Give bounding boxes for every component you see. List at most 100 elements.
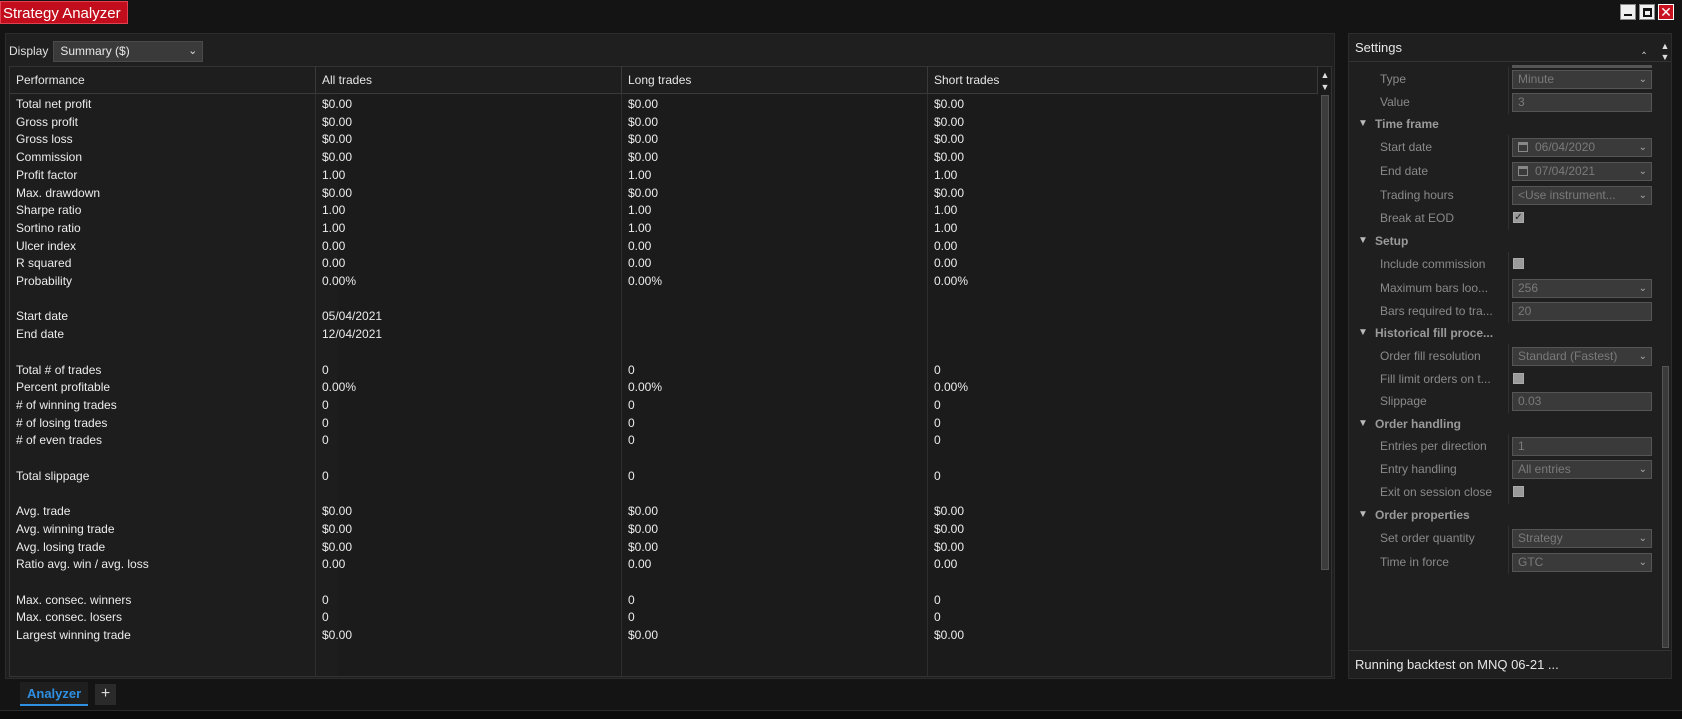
property-divider [1508, 434, 1509, 458]
property-select[interactable]: GTC ⌄ [1512, 552, 1652, 572]
table-row[interactable]: # of winning trades 0 0 0 [10, 396, 1318, 415]
collapse-triangle-icon[interactable]: ▼ [1358, 321, 1368, 345]
property-label: Value [1380, 94, 1410, 109]
table-row[interactable]: Avg. losing trade $0.00 $0.00 $0.00 [10, 538, 1318, 557]
property-divider [1508, 89, 1509, 114]
table-row[interactable]: Gross loss $0.00 $0.00 $0.00 [10, 130, 1318, 149]
property-label: Trading hours [1380, 187, 1454, 202]
table-row[interactable]: Max. consec. winners 0 0 0 [10, 591, 1318, 610]
table-row[interactable]: Ulcer index 0.00 0.00 0.00 [10, 237, 1318, 256]
scrollbar-thumb[interactable] [1321, 95, 1329, 570]
settings-scrollbar[interactable]: ▲ ▼ [1659, 36, 1671, 651]
metric-value: $0.00 [934, 132, 965, 147]
scrollbar-thumb[interactable] [1662, 366, 1669, 648]
section-header[interactable]: ▼ Time frame [1350, 112, 1656, 136]
property-select[interactable]: Minute ⌄ [1512, 70, 1652, 89]
table-row[interactable]: R squared 0.00 0.00 0.00 [10, 254, 1318, 273]
property-row: Break at EOD ✓ [1350, 206, 1656, 230]
table-row[interactable]: Probability 0.00% 0.00% 0.00% [10, 272, 1318, 291]
metric-value: $0.00 [934, 114, 965, 129]
property-row: End date 07/04/2021 ⌄ [1350, 158, 1656, 183]
scroll-down-icon[interactable]: ▼ [1659, 51, 1671, 63]
property-input[interactable]: 0.03 [1512, 392, 1652, 411]
scroll-down-icon[interactable]: ▼ [1319, 81, 1331, 93]
property-input[interactable]: 1 [1512, 437, 1652, 456]
close-button[interactable]: ✕ [1658, 4, 1674, 20]
metric-value: 0 [934, 415, 941, 430]
property-label: Type [1380, 72, 1407, 86]
table-row[interactable]: Sharpe ratio 1.00 1.00 1.00 [10, 201, 1318, 220]
property-input[interactable]: 3 [1512, 92, 1652, 112]
scroll-up-icon[interactable]: ▲ [1319, 69, 1331, 81]
table-row[interactable]: Gross profit $0.00 $0.00 $0.00 [10, 113, 1318, 132]
table-row[interactable]: End date 12/04/2021 [10, 325, 1318, 344]
table-row[interactable]: Avg. trade $0.00 $0.00 $0.00 [10, 502, 1318, 521]
table-row[interactable]: Max. consec. losers 0 0 0 [10, 608, 1318, 627]
table-row[interactable]: Total # of trades 0 0 0 [10, 361, 1318, 380]
property-checkbox[interactable] [1513, 258, 1524, 269]
property-value: 06/04/2020 [1535, 139, 1596, 154]
metric-name: Profit factor [16, 167, 78, 182]
property-select[interactable]: Strategy ⌄ [1512, 529, 1652, 548]
column-header[interactable]: Short trades [928, 67, 1318, 94]
table-row[interactable] [10, 573, 1318, 592]
chevron-down-icon: ⌄ [1638, 351, 1647, 362]
table-row[interactable]: Profit factor 1.00 1.00 1.00 [10, 166, 1318, 185]
collapse-triangle-icon[interactable]: ▼ [1358, 412, 1368, 436]
table-row[interactable]: # of losing trades 0 0 0 [10, 414, 1318, 433]
metric-name [10, 449, 16, 468]
metric-value: $0.00 [628, 150, 659, 165]
tab-analyzer[interactable]: Analyzer [20, 682, 89, 706]
section-header[interactable]: ▼ Order handling [1350, 412, 1656, 436]
table-row[interactable]: Start date 05/04/2021 [10, 307, 1318, 326]
collapse-triangle-icon[interactable]: ▼ [1358, 229, 1368, 253]
property-checkbox[interactable] [1513, 373, 1524, 384]
grid-vertical-scrollbar[interactable]: ▲ ▼ [1319, 67, 1331, 676]
property-divider [1508, 158, 1509, 183]
collapse-triangle-icon[interactable]: ▼ [1358, 503, 1368, 527]
add-tab-button[interactable]: + [95, 684, 116, 705]
property-select[interactable]: All entries ⌄ [1512, 460, 1652, 479]
table-row[interactable]: Total slippage 0 0 0 [10, 467, 1318, 486]
table-row[interactable]: Total net profit $0.00 $0.00 $0.00 [10, 95, 1318, 114]
table-row[interactable]: Sortino ratio 1.00 1.00 1.00 [10, 219, 1318, 238]
section-header[interactable]: ▼ Setup [1350, 229, 1656, 253]
table-row[interactable] [10, 449, 1318, 468]
metric-value: $0.00 [628, 504, 659, 519]
display-select[interactable]: Summary ($) ⌄ [53, 40, 204, 62]
table-row[interactable] [10, 343, 1318, 362]
property-input[interactable]: 20 [1512, 301, 1652, 321]
table-row[interactable]: Commission $0.00 $0.00 $0.00 [10, 148, 1318, 167]
table-row[interactable]: Max. drawdown $0.00 $0.00 $0.00 [10, 184, 1318, 203]
column-header[interactable]: Performance [10, 67, 316, 94]
property-date-picker[interactable]: 06/04/2020 ⌄ [1512, 137, 1652, 157]
metric-value: 0 [322, 592, 329, 607]
table-row[interactable]: Percent profitable 0.00% 0.00% 0.00% [10, 378, 1318, 397]
title-bar[interactable]: Strategy Analyzer ✕ [0, 0, 1682, 25]
column-header[interactable]: Long trades [622, 67, 928, 94]
section-header[interactable]: ▼ Historical fill proce... [1350, 321, 1656, 345]
pin-icon[interactable]: ‸ [1638, 40, 1650, 54]
metric-value: $0.00 [322, 97, 353, 111]
maximize-button[interactable] [1639, 4, 1655, 20]
property-divider [1508, 344, 1509, 368]
property-label: Time in force [1380, 554, 1449, 569]
metric-value: 0 [628, 610, 635, 625]
table-row[interactable]: Ratio avg. win / avg. loss 0.00 0.00 0.00 [10, 555, 1318, 574]
property-select[interactable]: <Use instrument... ⌄ [1512, 185, 1652, 205]
table-row[interactable]: Avg. winning trade $0.00 $0.00 $0.00 [10, 520, 1318, 539]
column-header[interactable]: All trades [316, 67, 622, 94]
table-row[interactable] [10, 484, 1318, 503]
property-select[interactable]: Standard (Fastest) ⌄ [1512, 347, 1652, 366]
table-row[interactable]: Largest winning trade $0.00 $0.00 $0.00 [10, 626, 1318, 645]
property-checkbox[interactable]: ✓ [1513, 212, 1524, 223]
metric-name [10, 343, 16, 362]
property-select[interactable]: 256 ⌄ [1512, 278, 1652, 298]
table-row[interactable] [10, 290, 1318, 309]
property-date-picker[interactable]: 07/04/2021 ⌄ [1512, 161, 1652, 181]
table-row[interactable]: # of even trades 0 0 0 [10, 431, 1318, 450]
property-checkbox[interactable] [1513, 486, 1524, 497]
minimize-button[interactable] [1620, 4, 1636, 20]
section-header[interactable]: ▼ Order properties [1350, 503, 1656, 527]
collapse-triangle-icon[interactable]: ▼ [1358, 112, 1368, 136]
